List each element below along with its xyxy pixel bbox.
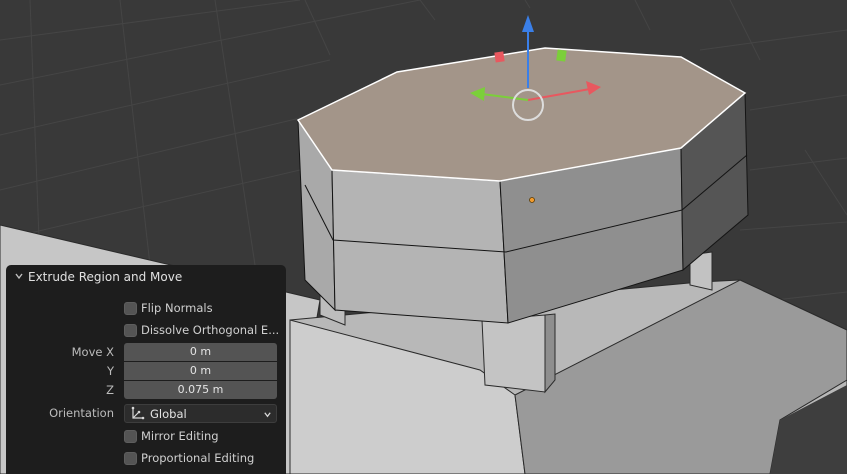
move-x-field[interactable]: 0 m [124,343,277,361]
dissolve-orthogonal-label: Dissolve Orthogonal E... [141,323,280,337]
move-z-label: Z [106,383,114,397]
origin-dot [529,197,535,203]
orientation-row: Orientation Global [6,404,286,424]
proportional-editing-label: Proportional Editing [141,451,255,465]
global-orientation-icon [131,406,145,420]
orientation-value: Global [150,407,187,421]
orientation-label: Orientation [49,406,114,420]
panel-header[interactable]: Extrude Region and Move [6,265,286,291]
3d-viewport[interactable]: Extrude Region and Move Flip Normals Dis… [0,0,847,474]
move-y-label: Y [106,364,114,378]
yz-plane-handle [556,49,567,62]
proportional-editing-row[interactable]: Proportional Editing [6,449,286,469]
mirror-editing-checkbox[interactable] [124,430,137,443]
chevron-down-icon[interactable] [14,271,24,281]
mirror-editing-label: Mirror Editing [141,429,219,443]
move-z-row: Z 0.075 m [6,381,286,401]
mirror-editing-row[interactable]: Mirror Editing [6,427,286,447]
flip-normals-checkbox[interactable] [124,302,137,315]
xz-plane-handle [494,51,505,63]
orientation-dropdown[interactable]: Global [124,404,277,423]
move-x-row: Move X 0 m [6,343,286,363]
proportional-editing-checkbox[interactable] [124,452,137,465]
operator-redo-panel[interactable]: Extrude Region and Move Flip Normals Dis… [6,265,286,474]
dissolve-orthogonal-row[interactable]: Dissolve Orthogonal E... [6,321,286,341]
move-y-field[interactable]: 0 m [124,362,277,380]
flip-normals-label: Flip Normals [141,301,213,315]
move-z-field[interactable]: 0.075 m [124,381,277,399]
flip-normals-row[interactable]: Flip Normals [6,299,286,319]
move-y-row: Y 0 m [6,362,286,382]
move-x-label: Move X [71,345,114,359]
dissolve-orthogonal-checkbox[interactable] [124,324,137,337]
chevron-down-icon [264,412,271,418]
panel-title: Extrude Region and Move [28,270,183,284]
